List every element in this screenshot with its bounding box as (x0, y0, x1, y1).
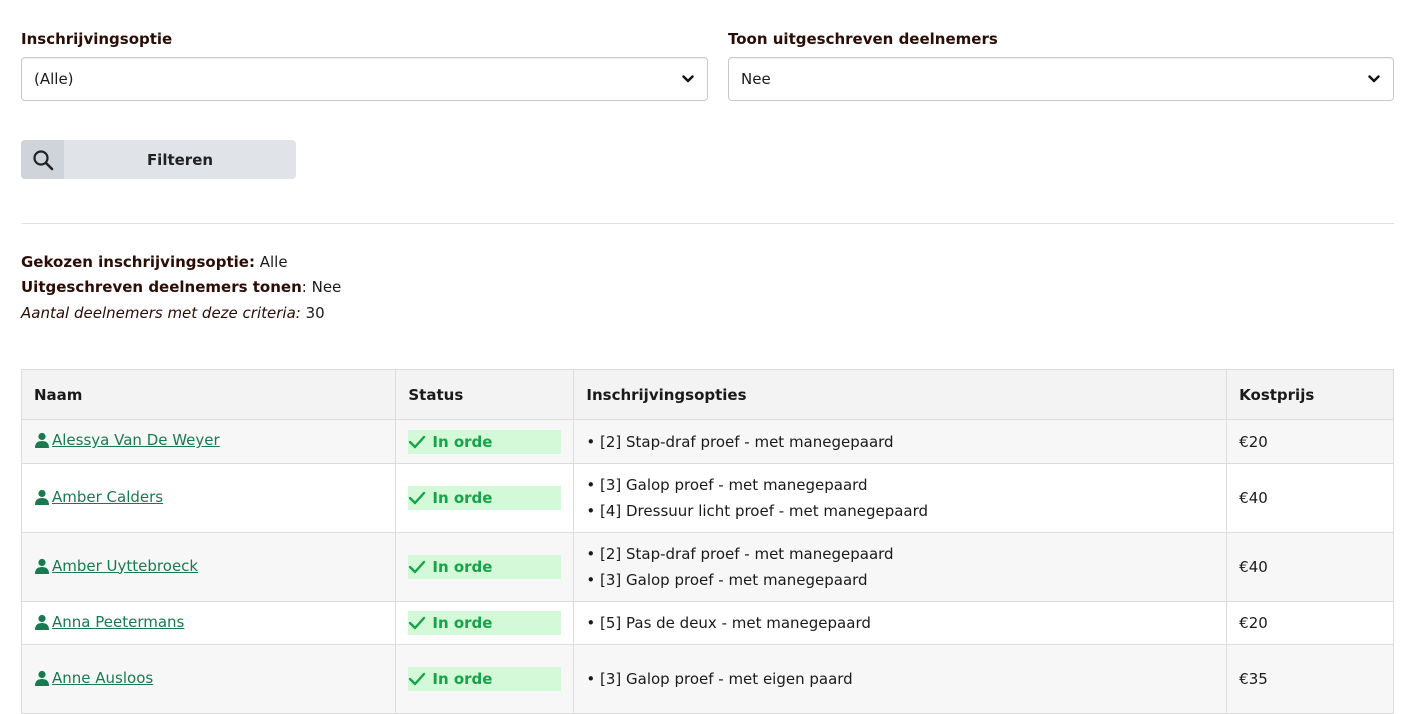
check-icon (409, 560, 426, 574)
option-filter-select[interactable]: (Alle) (21, 57, 708, 101)
status-text: In orde (432, 614, 493, 632)
participant-name: Anna Peetermans (52, 612, 185, 631)
status-text: In orde (432, 670, 493, 688)
option-filter-value: (Alle) (34, 70, 74, 88)
cell-price: €20 (1226, 419, 1394, 464)
option-item: • [5] Pas de deux - met manegepaard (586, 614, 871, 632)
filter-button[interactable]: Filteren (21, 140, 296, 179)
participant-name: Alessya Van De Weyer (52, 431, 220, 449)
user-icon (35, 432, 49, 448)
participant-link[interactable]: Amber Calders (34, 488, 163, 506)
check-icon (409, 616, 426, 630)
cell-status: In orde (395, 644, 575, 714)
table-row: Anne Ausloos In orde • [3] Galop proef -… (20, 644, 1394, 714)
summary-show-label: Uitgeschreven deelnemers tonen (21, 278, 302, 296)
table-row: Anna Peetermans In orde • [5] Pas de deu… (20, 601, 1394, 645)
option-item: • [4] Dressuur licht proef - met manegep… (586, 502, 929, 520)
show-unsubscribed-select[interactable]: Nee (728, 57, 1394, 101)
participant-link[interactable]: Alessya Van De Weyer (34, 431, 220, 449)
option-item: • [2] Stap-draf proef - met manegepaard (586, 545, 894, 563)
summary-count-label: Aantal deelnemers met deze criteria: (21, 304, 301, 322)
show-unsubscribed-label: Toon uitgeschreven deelnemers (728, 30, 998, 48)
option-filter-label: Inschrijvingsoptie (21, 30, 173, 48)
summary-count-value: 30 (305, 304, 325, 322)
check-icon (409, 435, 426, 448)
cell-price: €40 (1226, 532, 1394, 602)
status-badge: In orde (408, 486, 562, 510)
user-icon (35, 489, 49, 505)
participant-name: Amber Calders (52, 487, 164, 506)
participant-link[interactable]: Anna Peetermans (34, 613, 184, 631)
table-row: Amber Uyttebroeck In orde • [2] Stap-dra… (20, 532, 1394, 602)
user-icon (35, 670, 49, 686)
column-header-name[interactable]: Naam (20, 369, 397, 420)
chevron-down-icon (681, 72, 695, 86)
summary-show-value: Nee (311, 278, 342, 296)
summary-chosen-option: Gekozen inschrijvingsoptie: Alle (21, 253, 288, 271)
option-item: • [3] Galop proef - met manegepaard (586, 476, 868, 494)
column-header-price[interactable]: Kostprijs (1226, 369, 1394, 420)
cell-options: • [3] Galop proef - met eigen paard (573, 644, 1228, 714)
column-header-options[interactable]: Inschrijvingsopties (573, 369, 1228, 420)
cell-name: Amber Calders (20, 463, 397, 533)
cell-name: Amber Uyttebroeck (20, 532, 397, 602)
summary-show-colon: : (301, 278, 307, 296)
cell-name: Alessya Van De Weyer (20, 419, 397, 464)
cell-name: Anna Peetermans (20, 601, 397, 645)
cell-status: In orde (395, 532, 575, 602)
participants-table: Naam Status Inschrijvingsopties Kostprij… (20, 369, 1394, 714)
summary-chosen-label: Gekozen inschrijvingsoptie: (21, 253, 255, 271)
table-row: Amber Calders In orde • [3] Galop proef … (20, 463, 1394, 533)
status-badge: In orde (408, 667, 562, 691)
status-badge: In orde (408, 555, 562, 579)
status-badge: In orde (408, 429, 562, 454)
status-text: In orde (432, 432, 493, 451)
summary-count: Aantal deelnemers met deze criteria: 30 (21, 304, 325, 322)
participant-name: Amber Uyttebroeck (52, 556, 199, 575)
status-text: In orde (432, 558, 493, 576)
user-icon (35, 614, 49, 630)
cell-status: In orde (395, 419, 575, 464)
cell-options: • [2] Stap-draf proef - met manegepaard … (573, 532, 1228, 602)
cell-status: In orde (395, 601, 575, 645)
search-icon (21, 140, 64, 179)
participant-link[interactable]: Amber Uyttebroeck (34, 557, 198, 575)
cell-price: €20 (1226, 601, 1394, 645)
cell-options: • [5] Pas de deux - met manegepaard (573, 601, 1228, 645)
summary-chosen-value: Alle (259, 253, 288, 271)
cell-options: • [3] Galop proef - met manegepaard • [4… (573, 463, 1228, 533)
user-icon (35, 558, 49, 574)
check-icon (409, 491, 426, 505)
option-item: • [3] Galop proef - met manegepaard (586, 571, 868, 589)
table-header-row: Naam Status Inschrijvingsopties Kostprij… (20, 369, 1394, 420)
divider (21, 223, 1394, 224)
cell-status: In orde (395, 463, 575, 533)
chevron-down-icon (1367, 72, 1381, 86)
option-item: • [3] Galop proef - met eigen paard (586, 670, 853, 688)
cell-options: • [2] Stap-draf proef - met manegepaard (573, 419, 1228, 464)
show-unsubscribed-value: Nee (741, 70, 771, 88)
option-item: • [2] Stap-draf proef - met manegepaard (586, 432, 894, 451)
summary-show-unsubscribed: Uitgeschreven deelnemers tonen: Nee (21, 278, 341, 296)
filter-button-label: Filteren (146, 150, 214, 169)
status-text: In orde (432, 489, 493, 507)
status-badge: In orde (408, 611, 562, 635)
cell-name: Anne Ausloos (20, 644, 397, 714)
column-header-status[interactable]: Status (395, 369, 575, 420)
table-row: Alessya Van De Weyer In orde • [2] Stap-… (20, 419, 1394, 464)
cell-price: €40 (1226, 463, 1394, 533)
cell-price: €35 (1226, 644, 1394, 714)
